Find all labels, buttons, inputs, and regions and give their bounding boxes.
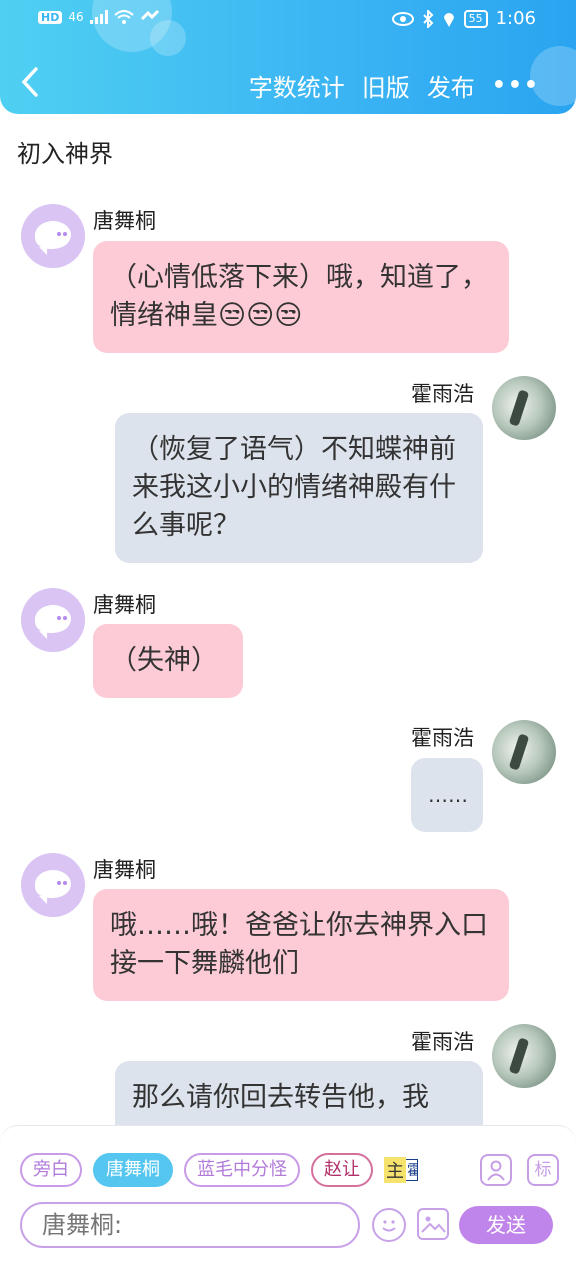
- chat-bubble-icon: [35, 605, 71, 639]
- chat-bubble-icon: [35, 221, 71, 255]
- message-bubble[interactable]: ……: [411, 758, 483, 832]
- avatar[interactable]: [21, 588, 85, 652]
- bluetooth-icon: [422, 9, 433, 28]
- send-button[interactable]: 发送: [459, 1206, 553, 1244]
- message-bubble[interactable]: （失神）: [93, 624, 243, 698]
- message-bubble[interactable]: （恢复了语气）不知蝶神前来我这小小的情绪神殿有什么事呢？: [115, 413, 483, 563]
- image-icon[interactable]: [417, 1208, 449, 1240]
- eye-icon: [391, 11, 414, 26]
- avatar[interactable]: [492, 720, 556, 784]
- chevron-left-icon: [21, 67, 38, 97]
- sender-name: 唐舞桐: [93, 858, 156, 882]
- wifi-icon: [113, 10, 134, 24]
- story-title: 初入神界: [17, 140, 113, 168]
- battery-indicator: 55: [463, 9, 488, 28]
- role-selector: 旁白 唐舞桐 蓝毛中分怪 赵让 主霍: [20, 1152, 418, 1188]
- status-bar: HD 46 55 1:06: [0, 0, 576, 40]
- avatar[interactable]: [21, 853, 85, 917]
- signal-icon: [89, 10, 108, 24]
- clock: 1:06: [495, 8, 536, 29]
- sender-name: 霍雨浩: [411, 726, 474, 750]
- role-chip-partial[interactable]: 主霍: [384, 1156, 418, 1184]
- message-input[interactable]: [20, 1202, 360, 1248]
- ink-brush-icon: [508, 733, 530, 771]
- publish-button[interactable]: 发布: [427, 68, 475, 103]
- ink-brush-icon: [508, 1037, 530, 1075]
- message-bubble[interactable]: 哦……哦！爸爸让你去神界入口接一下舞麟他们: [93, 889, 509, 1001]
- role-chip-selected[interactable]: 唐舞桐: [93, 1153, 173, 1187]
- word-count-button[interactable]: 字数统计: [249, 68, 345, 103]
- nav-bar: 字数统计 旧版 发布 •••: [0, 62, 576, 106]
- avatar[interactable]: [492, 376, 556, 440]
- emoji-icon[interactable]: [372, 1208, 406, 1242]
- tag-button[interactable]: 标: [527, 1154, 559, 1186]
- old-version-button[interactable]: 旧版: [362, 68, 410, 103]
- hd-badge: HD: [38, 10, 63, 24]
- sender-name: 霍雨浩: [411, 1030, 474, 1054]
- role-chip[interactable]: 蓝毛中分怪: [184, 1153, 300, 1187]
- location-icon: [443, 12, 454, 27]
- sender-name: 唐舞桐: [93, 593, 156, 617]
- role-tag: 霍: [406, 1159, 418, 1181]
- composer-panel: 旁白 唐舞桐 蓝毛中分怪 赵让 主霍 标 发送: [0, 1125, 576, 1280]
- avatar[interactable]: [21, 204, 85, 268]
- person-icon[interactable]: [480, 1154, 512, 1186]
- role-chip[interactable]: 赵让: [311, 1153, 373, 1187]
- back-button[interactable]: [20, 66, 40, 104]
- avatar[interactable]: [492, 1024, 556, 1088]
- sender-name: 唐舞桐: [93, 209, 156, 233]
- chat-bubble-icon: [35, 870, 71, 904]
- sender-name: 霍雨浩: [411, 382, 474, 406]
- role-chip-narration[interactable]: 旁白: [20, 1153, 82, 1187]
- more-button[interactable]: •••: [492, 73, 540, 98]
- network-label: 46: [68, 10, 84, 24]
- message-bubble[interactable]: （心情低落下来）哦，知道了，情绪神皇😒😒😒: [93, 241, 509, 353]
- app-header: HD 46 55 1:06 字数统计 旧版 发布 •••: [0, 0, 576, 114]
- data-saver-icon: [140, 9, 159, 21]
- ink-brush-icon: [508, 389, 530, 427]
- main-tag: 主: [384, 1157, 406, 1183]
